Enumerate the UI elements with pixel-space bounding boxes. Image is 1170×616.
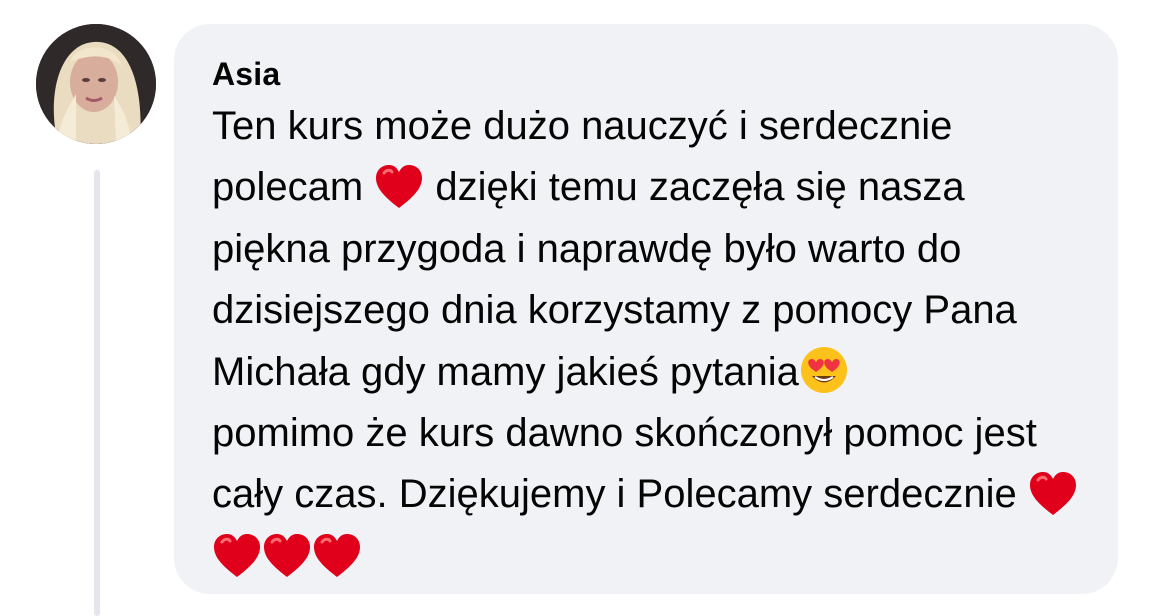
heart-eyes-emoji-icon <box>799 345 849 395</box>
red-heart-emoji-icon <box>1028 471 1078 517</box>
reply-thread-line <box>94 170 100 616</box>
comment-text-part-3: pomimo że kurs dawno skończonył pomoc je… <box>212 411 1037 517</box>
profile-photo-icon <box>36 24 156 144</box>
comment-body: Ten kurs może dużo nauczyć i serdecznie … <box>212 96 1092 587</box>
comment-author[interactable]: Asia <box>212 54 1118 94</box>
red-heart-emoji-icon <box>374 164 424 210</box>
red-heart-emoji-icon <box>312 533 362 579</box>
comment-bubble: Asia Ten kurs może dużo nauczyć i serdec… <box>174 24 1118 594</box>
author-avatar[interactable] <box>36 24 156 144</box>
red-heart-emoji-icon <box>212 533 262 579</box>
red-heart-emoji-icon <box>262 533 312 579</box>
